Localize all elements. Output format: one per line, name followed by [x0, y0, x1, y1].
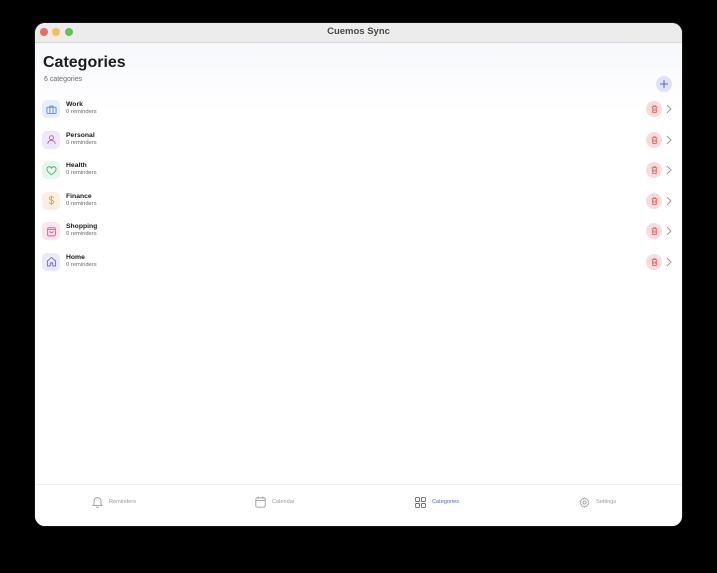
window-title: Cuemos Sync: [327, 26, 390, 37]
tab-categories[interactable]: Categories: [415, 495, 459, 509]
chevron-right-icon: [666, 257, 672, 267]
trash-icon: [651, 258, 657, 266]
tab-label: Settings: [596, 499, 617, 505]
tab-bar: Reminders Calendar Categories Settings: [35, 484, 682, 526]
bell-icon: [92, 497, 103, 508]
gear-icon: [579, 496, 590, 508]
category-icon-box: [42, 191, 60, 210]
reminder-count: 0 reminders: [66, 109, 97, 115]
reminder-count: 0 reminders: [66, 170, 97, 177]
category-icon-box: [42, 222, 60, 241]
chevron-right-icon: [666, 196, 672, 206]
reminder-count: 0 reminders: [66, 139, 97, 146]
plus-icon: [660, 80, 668, 88]
category-icon-box: [42, 100, 60, 118]
trash-icon: [651, 227, 657, 236]
calendar-icon: [255, 496, 266, 508]
reminder-count: 0 reminders: [66, 231, 97, 238]
category-list: Work 0 reminders Personal 0 reminders He…: [35, 94, 682, 278]
shopping-bag-icon: [46, 227, 56, 237]
tab-reminders[interactable]: Reminders: [92, 495, 136, 509]
house-icon: [46, 257, 56, 267]
briefcase-icon: [46, 105, 56, 114]
trash-icon: [651, 136, 657, 144]
trash-icon: [651, 197, 657, 205]
page-title: Categories: [43, 54, 126, 71]
category-row-home[interactable]: Home 0 reminders: [35, 247, 682, 278]
person-icon: [46, 135, 56, 145]
category-row-personal[interactable]: Personal 0 reminders: [35, 125, 682, 156]
reminder-count: 0 reminders: [66, 261, 97, 268]
chevron-right-icon: [666, 104, 672, 114]
category-count: 6 categories: [44, 76, 83, 83]
title-bar: Cuemos Sync: [35, 23, 682, 43]
tab-label: Reminders: [109, 499, 137, 505]
delete-category-button[interactable]: [646, 101, 662, 117]
category-name: Shopping: [66, 223, 98, 231]
chevron-right-icon: [666, 165, 672, 175]
category-name: Work: [66, 101, 83, 108]
delete-category-button[interactable]: [646, 131, 662, 148]
app-window: Cuemos Sync Categories 6 categories Work…: [35, 23, 682, 526]
delete-category-button[interactable]: [646, 162, 662, 179]
dollar-icon: [48, 196, 54, 206]
tab-calendar[interactable]: Calendar: [255, 495, 295, 509]
category-row-work[interactable]: Work 0 reminders: [35, 94, 682, 125]
category-icon-box: [42, 130, 60, 149]
delete-category-button[interactable]: [646, 253, 662, 270]
heart-icon: [46, 165, 56, 175]
add-category-button[interactable]: [656, 76, 672, 92]
category-name: Home: [66, 253, 85, 261]
category-icon-box: [42, 252, 60, 271]
grid-icon: [415, 496, 426, 508]
chevron-right-icon: [666, 135, 672, 144]
trash-icon: [651, 105, 657, 113]
category-name: Health: [66, 162, 87, 170]
tab-settings[interactable]: Settings: [579, 495, 616, 509]
trash-icon: [651, 166, 657, 174]
chevron-right-icon: [666, 227, 672, 236]
category-row-health[interactable]: Health 0 reminders: [35, 155, 682, 186]
category-icon-box: [42, 161, 60, 180]
tab-label: Calendar: [272, 499, 295, 505]
category-name: Finance: [66, 192, 92, 200]
tab-label: Categories: [432, 499, 460, 505]
delete-category-button[interactable]: [646, 192, 662, 209]
delete-category-button[interactable]: [646, 223, 662, 240]
category-row-shopping[interactable]: Shopping 0 reminders: [35, 216, 682, 247]
category-row-finance[interactable]: Finance 0 reminders: [35, 186, 682, 217]
reminder-count: 0 reminders: [66, 200, 97, 207]
category-name: Personal: [66, 131, 95, 139]
